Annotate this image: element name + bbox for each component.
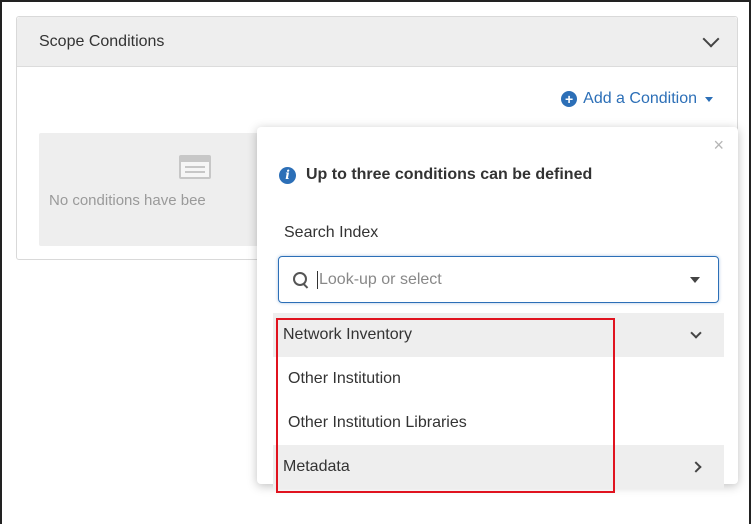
add-condition-button[interactable]: + Add a Condition — [561, 90, 713, 108]
info-message: i Up to three conditions can be defined — [279, 166, 592, 184]
add-condition-label: Add a Condition — [583, 90, 697, 107]
search-index-label: Search Index — [284, 224, 379, 241]
option-label: Other Institution Libraries — [288, 414, 467, 431]
option-group-label: Network Inventory — [283, 326, 412, 343]
list-icon — [179, 155, 211, 179]
caret-down-icon — [705, 96, 713, 102]
panel-title: Scope Conditions — [39, 32, 165, 50]
close-icon[interactable]: × — [713, 135, 724, 156]
add-condition-popover: × i Up to three conditions can be define… — [257, 127, 738, 489]
search-input-placeholder[interactable]: Look-up or select — [319, 271, 690, 289]
empty-message: No conditions have bee — [49, 192, 206, 209]
info-icon: i — [279, 166, 296, 184]
panel-header[interactable]: Scope Conditions — [17, 17, 737, 67]
plus-circle-icon: + — [561, 91, 578, 107]
chevron-down-icon — [690, 327, 702, 339]
option-group-metadata[interactable]: Metadata — [273, 445, 724, 489]
option-other-institution-libraries[interactable]: Other Institution Libraries — [273, 401, 724, 445]
search-index-options: Network Inventory Other Institution Othe… — [273, 313, 724, 489]
info-text: Up to three conditions can be defined — [306, 166, 593, 183]
chevron-down-icon[interactable] — [702, 30, 720, 47]
text-cursor — [317, 270, 318, 289]
option-group-label: Metadata — [283, 458, 350, 475]
option-label: Other Institution — [288, 370, 401, 387]
search-icon — [293, 271, 309, 288]
option-group-network-inventory[interactable]: Network Inventory — [273, 313, 724, 357]
option-other-institution[interactable]: Other Institution — [273, 357, 724, 401]
caret-down-icon[interactable] — [690, 276, 700, 283]
search-index-select[interactable]: Look-up or select — [278, 256, 719, 303]
chevron-right-icon — [690, 461, 702, 473]
